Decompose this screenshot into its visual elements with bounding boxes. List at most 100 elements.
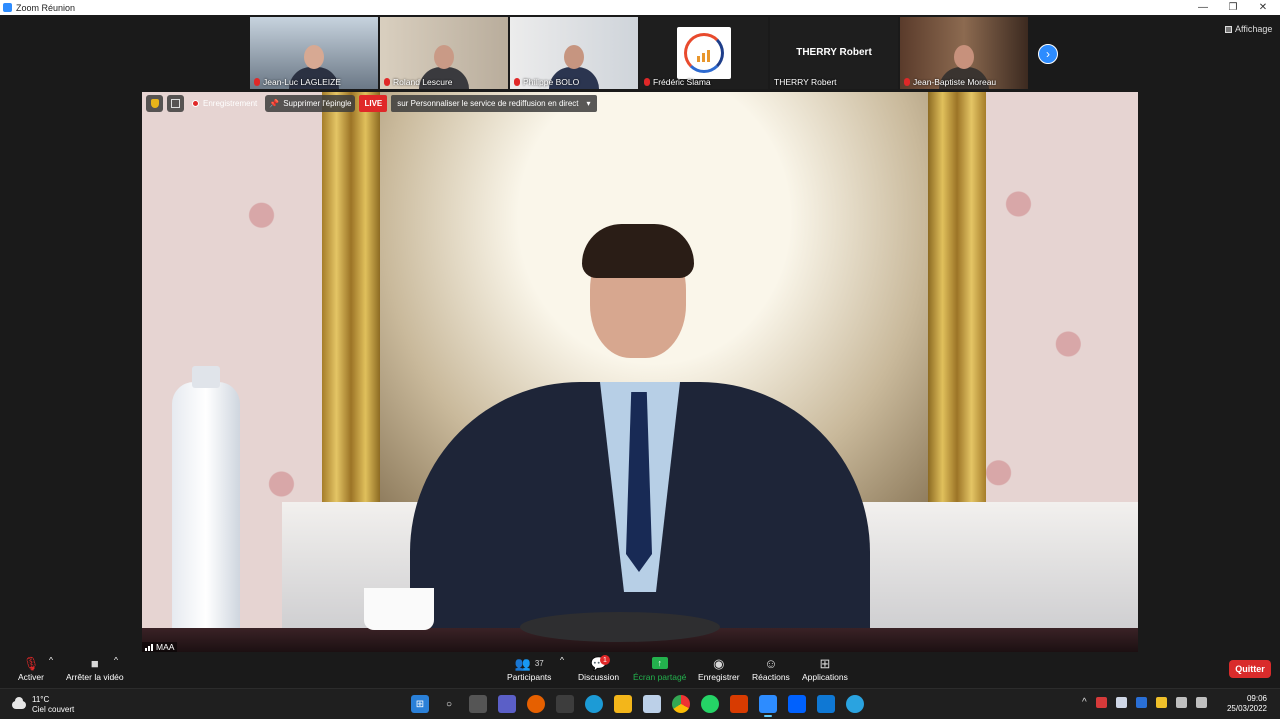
network-icon[interactable] <box>1175 697 1187 708</box>
mic-muted-icon: 🎙 <box>22 655 40 671</box>
clock-time: 09:06 <box>1246 694 1267 703</box>
chat-badge: 1 <box>600 655 610 665</box>
firefox-icon[interactable] <box>527 695 545 713</box>
participants-button[interactable]: 👥 37 Participants <box>507 655 552 683</box>
apps-label: Applications <box>802 672 848 682</box>
record-button[interactable]: ◉ Enregistrer <box>698 655 740 683</box>
zoom-icon[interactable] <box>759 695 777 717</box>
security-button[interactable] <box>146 95 163 112</box>
meeting-stage: Jean-Luc LAGLEIZE Roland Lescure Philipp… <box>0 15 1280 652</box>
teams-icon[interactable] <box>498 695 516 713</box>
participant-name: Frédéric Slama <box>653 77 711 87</box>
store-icon[interactable] <box>556 695 574 713</box>
office-icon[interactable] <box>730 695 748 713</box>
meeting-controls: 🎙 Activer ^ ■ Arrêter la vidéo ^ 👥 37 Par… <box>0 652 1280 688</box>
weather-desc: Ciel couvert <box>32 705 75 714</box>
reactions-button[interactable]: ☺ Réactions <box>752 655 790 682</box>
start-icon[interactable]: ⊞ <box>411 695 429 713</box>
next-page-button[interactable]: › <box>1038 44 1058 64</box>
participant-tile[interactable]: Jean-Baptiste Moreau <box>900 17 1028 89</box>
smiley-icon: ☺ <box>764 656 778 671</box>
unpin-button[interactable]: 📌 Supprimer l'épingle <box>265 95 356 112</box>
coffee-cup <box>364 588 434 630</box>
participant-strip: Jean-Luc LAGLEIZE Roland Lescure Philipp… <box>250 17 1028 89</box>
shield-icon <box>150 99 159 108</box>
outlook-icon[interactable] <box>817 695 835 713</box>
taskbar-apps: ⊞ ○ <box>411 695 864 717</box>
edge-icon[interactable] <box>585 695 603 713</box>
participant-name: Roland Lescure <box>393 77 453 87</box>
apps-icon: ⊞ <box>819 655 831 671</box>
live-stream-info[interactable]: sur Personnaliser le service de rediffus… <box>391 95 597 112</box>
participant-tile[interactable]: Frédéric Slama <box>640 17 768 89</box>
participant-tile[interactable]: Philippe BOLO <box>510 17 638 89</box>
windows-taskbar: 11°C Ciel couvert ⊞ ○ ^ 09:06 25/03/2022 <box>0 688 1280 719</box>
view-label: Affichage <box>1235 24 1273 34</box>
bluetooth-icon[interactable] <box>1135 697 1147 708</box>
microphone-icon[interactable] <box>1155 697 1167 708</box>
conference-phone <box>520 612 720 642</box>
water-bottle <box>172 366 240 642</box>
minimize-button[interactable]: — <box>1188 0 1218 15</box>
gilded-frame-right <box>928 92 986 512</box>
window-title: Zoom Réunion <box>16 2 76 13</box>
participant-tile[interactable]: THERRY Robert THERRY Robert <box>770 17 898 89</box>
view-button[interactable]: Affichage <box>1225 24 1272 34</box>
antivirus-icon[interactable] <box>1095 697 1107 708</box>
chat-label: Discussion <box>578 672 620 682</box>
taskbar-clock[interactable]: 09:06 25/03/2022 <box>1225 694 1267 714</box>
audio-options-caret[interactable]: ^ <box>49 655 53 665</box>
recording-indicator[interactable]: Enregistrement <box>188 99 261 108</box>
participant-tile[interactable]: Roland Lescure <box>380 17 508 89</box>
record-icon: ◉ <box>713 655 725 671</box>
participant-name: Jean-Baptiste Moreau <box>913 77 997 87</box>
window-titlebar: Zoom Réunion — ❐ ✕ <box>0 0 1280 15</box>
dropbox-icon[interactable] <box>788 695 806 713</box>
video-label: Arrêter la vidéo <box>66 672 124 682</box>
live-badge: LIVE <box>359 95 388 112</box>
volume-icon[interactable] <box>1195 697 1207 708</box>
mute-button[interactable]: 🎙 Activer <box>18 655 44 683</box>
video-overlay-bar: Enregistrement 📌 Supprimer l'épingle LIV… <box>146 95 597 112</box>
weather-temp: 11°C <box>32 695 50 704</box>
grid-icon <box>171 99 180 108</box>
task-view-icon[interactable] <box>469 695 487 713</box>
share-screen-button[interactable]: ↑ Écran partagé <box>633 655 686 682</box>
active-speaker <box>410 224 870 652</box>
system-tray: ^ <box>1082 697 1207 708</box>
apps-button[interactable]: ⊞ Applications <box>802 655 848 683</box>
gallery-toggle-button[interactable] <box>167 95 184 112</box>
whatsapp-icon[interactable] <box>701 695 719 713</box>
participants-options-caret[interactable]: ^ <box>560 655 564 665</box>
signal-strength-icon <box>145 643 153 651</box>
chrome-icon[interactable] <box>672 695 690 713</box>
chevron-up-icon[interactable]: ^ <box>1082 697 1087 708</box>
dropbox-tray-icon[interactable] <box>1115 697 1127 708</box>
recording-label: Enregistrement <box>203 99 258 108</box>
speaker-name: MAA <box>156 642 175 652</box>
search-icon[interactable]: ○ <box>440 695 458 713</box>
quit-button[interactable]: Quitter <box>1229 660 1271 678</box>
explorer-icon[interactable] <box>614 695 632 713</box>
main-video[interactable] <box>142 92 1138 652</box>
app-icon[interactable] <box>643 695 661 713</box>
speaker-label: MAA <box>142 642 178 652</box>
mute-label: Activer <box>18 672 44 682</box>
participant-display-name: THERRY Robert <box>796 47 872 58</box>
mic-muted-icon <box>254 78 260 86</box>
participant-name: Philippe BOLO <box>523 77 580 87</box>
weather-widget[interactable]: 11°C Ciel couvert <box>12 695 74 715</box>
participants-label: Participants <box>507 672 552 682</box>
participant-name: THERRY Robert <box>774 77 837 87</box>
chat-button[interactable]: 💬 1 Discussion <box>578 655 619 682</box>
close-button[interactable]: ✕ <box>1248 0 1278 15</box>
cloud-icon <box>12 697 26 709</box>
maximize-button[interactable]: ❐ <box>1218 0 1248 15</box>
chevron-down-icon: ▾ <box>586 99 591 108</box>
video-options-caret[interactable]: ^ <box>114 655 118 665</box>
record-label: Enregistrer <box>698 672 740 682</box>
mic-muted-icon <box>514 78 520 86</box>
telegram-icon[interactable] <box>846 695 864 713</box>
participant-tile[interactable]: Jean-Luc LAGLEIZE <box>250 17 378 89</box>
mic-muted-icon <box>644 78 650 86</box>
